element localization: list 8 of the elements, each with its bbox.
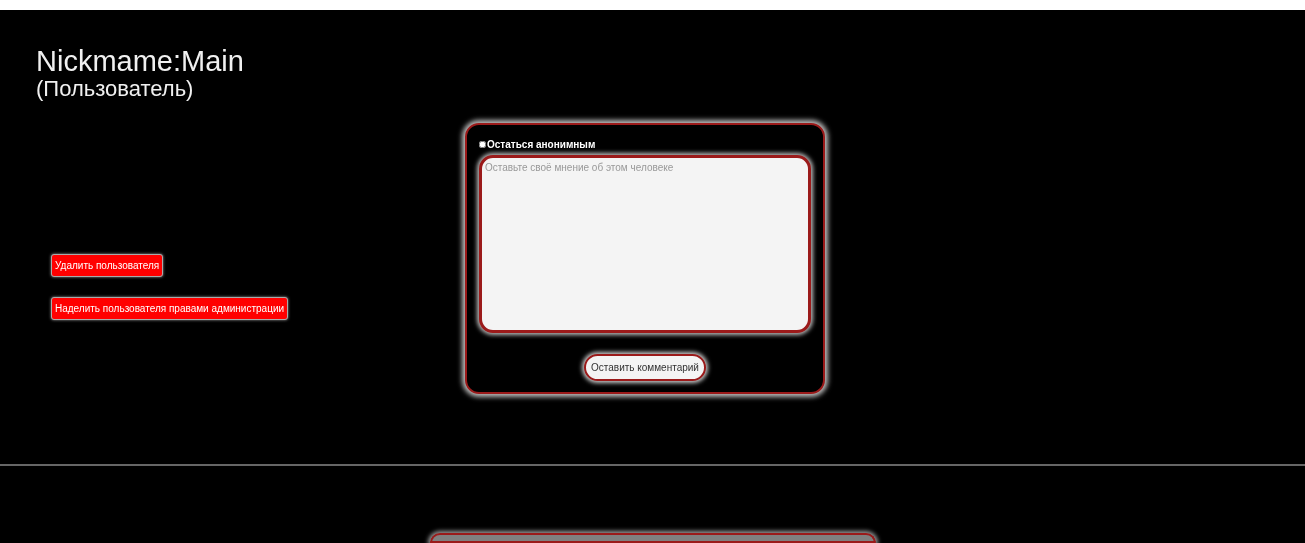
comment-field[interactable]: Оставьте своё мнение об этом человеке bbox=[479, 155, 811, 333]
anonymous-checkbox[interactable] bbox=[479, 141, 486, 148]
nickname: Nickmame:Main bbox=[36, 45, 244, 77]
admin-action-button[interactable]: Удалить пользователя bbox=[51, 254, 164, 277]
anonymous-label: Остаться анонимным bbox=[487, 138, 596, 152]
submit-comment-button[interactable]: Оставить комментарий bbox=[584, 354, 706, 381]
admin-action-button[interactable]: Наделить пользователя правами администрации bbox=[51, 297, 289, 320]
user-role: (Пользователь) bbox=[36, 77, 194, 101]
